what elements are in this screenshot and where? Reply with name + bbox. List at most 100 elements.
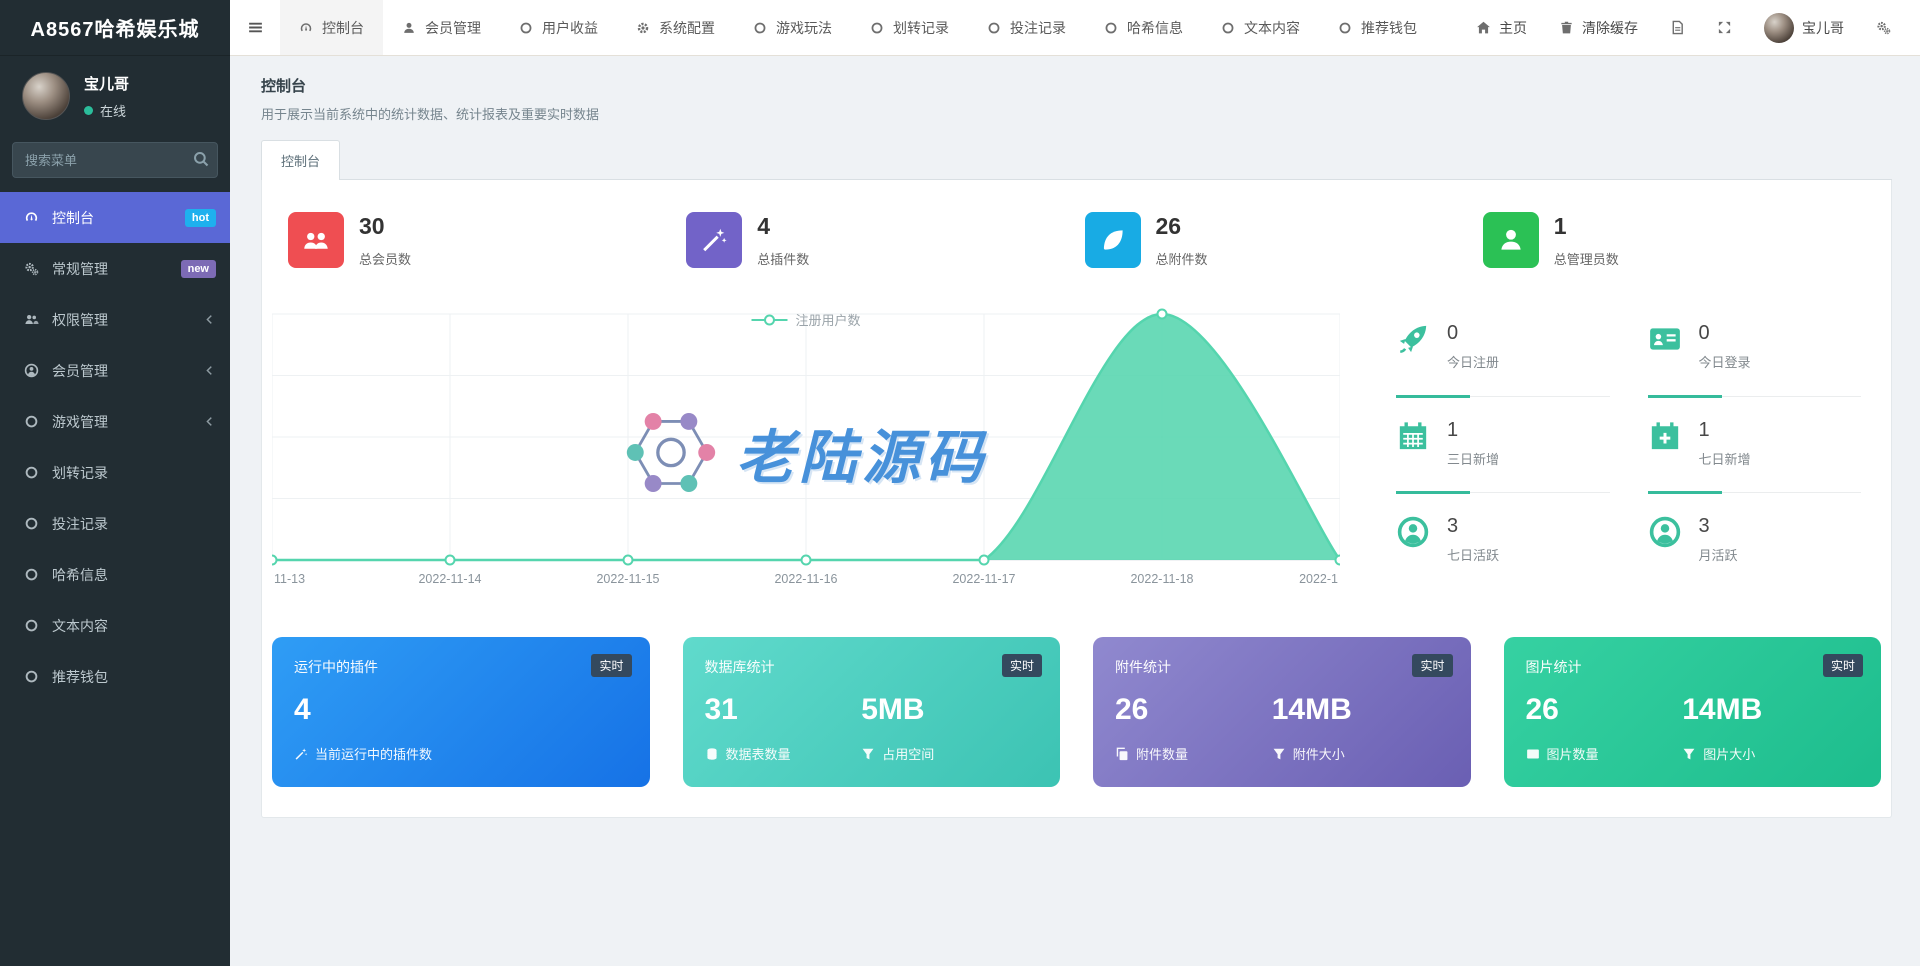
fullscreen-button[interactable]	[1704, 0, 1745, 55]
realtime-badge: 实时	[1001, 654, 1042, 677]
search-icon[interactable]	[192, 150, 210, 168]
tab-wallet[interactable]: 推荐钱包	[1319, 0, 1436, 55]
circle-icon	[753, 21, 767, 35]
tab-hash[interactable]: 哈希信息	[1085, 0, 1202, 55]
nav-right: 主页 清除缓存 宝儿哥	[1463, 0, 1920, 55]
content-tab-strip: 控制台	[261, 139, 1892, 180]
user-circle-icon	[24, 363, 39, 378]
funnel-icon	[861, 747, 875, 761]
new-badge: new	[180, 259, 216, 278]
user-name: 宝儿哥	[84, 75, 130, 93]
sidebar-item-auth[interactable]: 权限管理	[0, 294, 230, 345]
tab-transfer[interactable]: 划转记录	[851, 0, 968, 55]
dashboard-icon	[299, 21, 313, 35]
circle-icon	[519, 21, 533, 35]
svg-text:2022-11-14: 2022-11-14	[418, 572, 481, 586]
language-button[interactable]	[1657, 0, 1698, 55]
realtime-badge: 实时	[1412, 654, 1453, 677]
summary-cards: 运行中的插件 实时 4 当前运行中的插件数 数据库统计 实时 31 数据表数量 …	[272, 637, 1881, 787]
chevron-left-icon	[203, 364, 216, 377]
trash-icon	[1559, 20, 1574, 35]
tab-bet[interactable]: 投注记录	[968, 0, 1085, 55]
sidebar-item-game[interactable]: 游戏管理	[0, 396, 230, 447]
mini-stat-3day-new: 1 三日新增	[1396, 419, 1610, 494]
tab-text[interactable]: 文本内容	[1202, 0, 1319, 55]
gear-icon	[636, 21, 650, 35]
card-title: 运行中的插件	[294, 659, 378, 675]
sidebar-toggle-button[interactable]	[230, 0, 280, 55]
wand-icon	[700, 226, 728, 254]
circle-icon	[24, 669, 39, 684]
wand-icon	[294, 747, 308, 761]
circle-icon	[24, 567, 39, 582]
dashboard-icon	[24, 210, 39, 225]
database-icon	[705, 747, 719, 761]
stat-icon-2	[1084, 212, 1141, 268]
metric-attachment-size: 14MB 附件大小	[1271, 693, 1352, 762]
realtime-badge: 实时	[1822, 654, 1863, 677]
legend-label: 注册用户数	[795, 313, 861, 328]
sidebar-item-text[interactable]: 文本内容	[0, 600, 230, 651]
tab-member[interactable]: 会员管理	[383, 0, 500, 55]
home-icon	[1476, 20, 1491, 35]
search-input[interactable]	[12, 142, 218, 178]
metric-image-size: 14MB 图片大小	[1682, 693, 1763, 762]
mini-stat-7day-active: 3 七日活跃	[1396, 515, 1610, 589]
chart-legend[interactable]: 注册用户数	[751, 310, 861, 329]
tab-console[interactable]: 控制台	[280, 0, 383, 55]
user-icon	[402, 21, 416, 35]
stat-total-plugins: 4 总插件数	[686, 212, 1084, 268]
funnel-icon	[1682, 747, 1696, 761]
mini-stat-month-active: 3 月活跃	[1648, 515, 1862, 589]
content: 控制台 用于展示当前系统中的统计数据、统计报表及重要实时数据 控制台 30 总会员…	[230, 56, 1920, 818]
svg-text:2022-11-17: 2022-11-17	[952, 572, 1015, 586]
sidebar-item-general[interactable]: 常规管理 new	[0, 243, 230, 294]
sidebar-item-wallet[interactable]: 推荐钱包	[0, 651, 230, 702]
tab-income[interactable]: 用户收益	[500, 0, 617, 55]
tab-console-content[interactable]: 控制台	[261, 140, 341, 180]
metric-db-size: 5MB 占用空间	[861, 693, 935, 762]
mini-stat-today-login: 0 今日登录	[1647, 322, 1861, 398]
sidebar-menu: 控制台 hot 常规管理 new 权限管理 会员管理 游戏管理 划转记录 投注记…	[0, 192, 230, 702]
settings-button[interactable]	[1863, 0, 1904, 55]
mini-stat-7day-new: 1 七日新增	[1647, 419, 1861, 494]
card-1: 数据库统计 实时 31 数据表数量 5MB 占用空间	[682, 637, 1060, 787]
mini-stat-today-register: 0 今日注册	[1396, 322, 1610, 398]
users-icon	[24, 312, 39, 327]
clear-cache-button[interactable]: 清除缓存	[1546, 0, 1651, 55]
sidebar-search	[12, 142, 218, 178]
user-menu[interactable]: 宝儿哥	[1751, 0, 1857, 55]
legend-marker-icon	[751, 314, 788, 325]
fullscreen-icon	[1717, 20, 1732, 35]
user-panel: 宝儿哥 在线	[0, 56, 230, 134]
user-status: 在线	[84, 101, 129, 120]
top-nav: 控制台 会员管理 用户收益 系统配置 游戏玩法 划转记录 投注记录 哈希信息 文…	[230, 0, 1920, 56]
stat-icon-1	[686, 212, 743, 268]
sidebar-item-member[interactable]: 会员管理	[0, 345, 230, 396]
online-dot-icon	[84, 105, 93, 115]
home-button[interactable]: 主页	[1463, 0, 1540, 55]
chart-section: 注册用户数 11-13 2022-11-14 2022-11-15 2022-11-1…	[262, 308, 1891, 611]
tab-gameplay[interactable]: 游戏玩法	[734, 0, 851, 55]
card-title: 数据库统计	[704, 659, 775, 675]
tab-config[interactable]: 系统配置	[617, 0, 734, 55]
stat-total-attachments: 26 总附件数	[1084, 212, 1483, 268]
sidebar-item-transfer[interactable]: 划转记录	[0, 447, 230, 498]
sidebar-item-hash[interactable]: 哈希信息	[0, 549, 230, 600]
stats-row: 30 总会员数 4 总插件数 26 总附件数 1 总管理员数	[262, 180, 1891, 294]
sidebar: A8567哈希娱乐城 宝儿哥 在线 控制台 hot 常规管理 new 权限管理	[0, 0, 230, 966]
gears-icon	[24, 261, 39, 276]
mini-stats: 0 今日注册 0 今日登录 1 三日新增 1 七日新增 3 七日活跃 3 月活跃	[1340, 308, 1891, 611]
sidebar-item-bet[interactable]: 投注记录	[0, 498, 230, 549]
card-0: 运行中的插件 实时 4 当前运行中的插件数	[272, 637, 650, 787]
circle-icon	[24, 465, 39, 480]
group-icon	[302, 226, 330, 254]
sidebar-item-console[interactable]: 控制台 hot	[0, 192, 230, 243]
svg-text:2022-11-16: 2022-11-16	[774, 572, 837, 586]
main-area: 控制台 会员管理 用户收益 系统配置 游戏玩法 划转记录 投注记录 哈希信息 文…	[230, 0, 1920, 966]
avatar[interactable]	[22, 72, 70, 120]
circle-icon	[987, 21, 1001, 35]
metric-attachment-count: 26 附件数量	[1115, 693, 1189, 762]
card-title: 附件统计	[1115, 659, 1171, 675]
rocket-icon	[1396, 322, 1430, 356]
